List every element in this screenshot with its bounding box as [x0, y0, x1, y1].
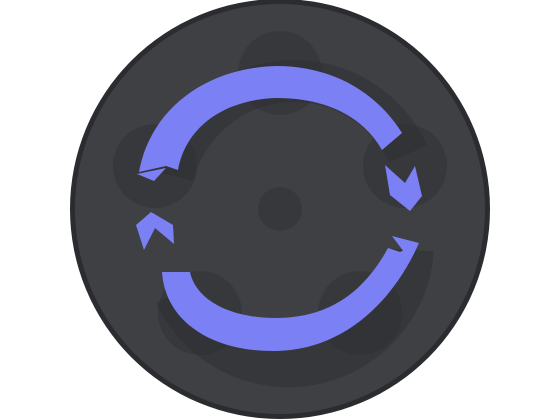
icon-stage [0, 0, 560, 420]
center-dot [258, 187, 302, 231]
refresh-sync-icon [70, 0, 490, 419]
